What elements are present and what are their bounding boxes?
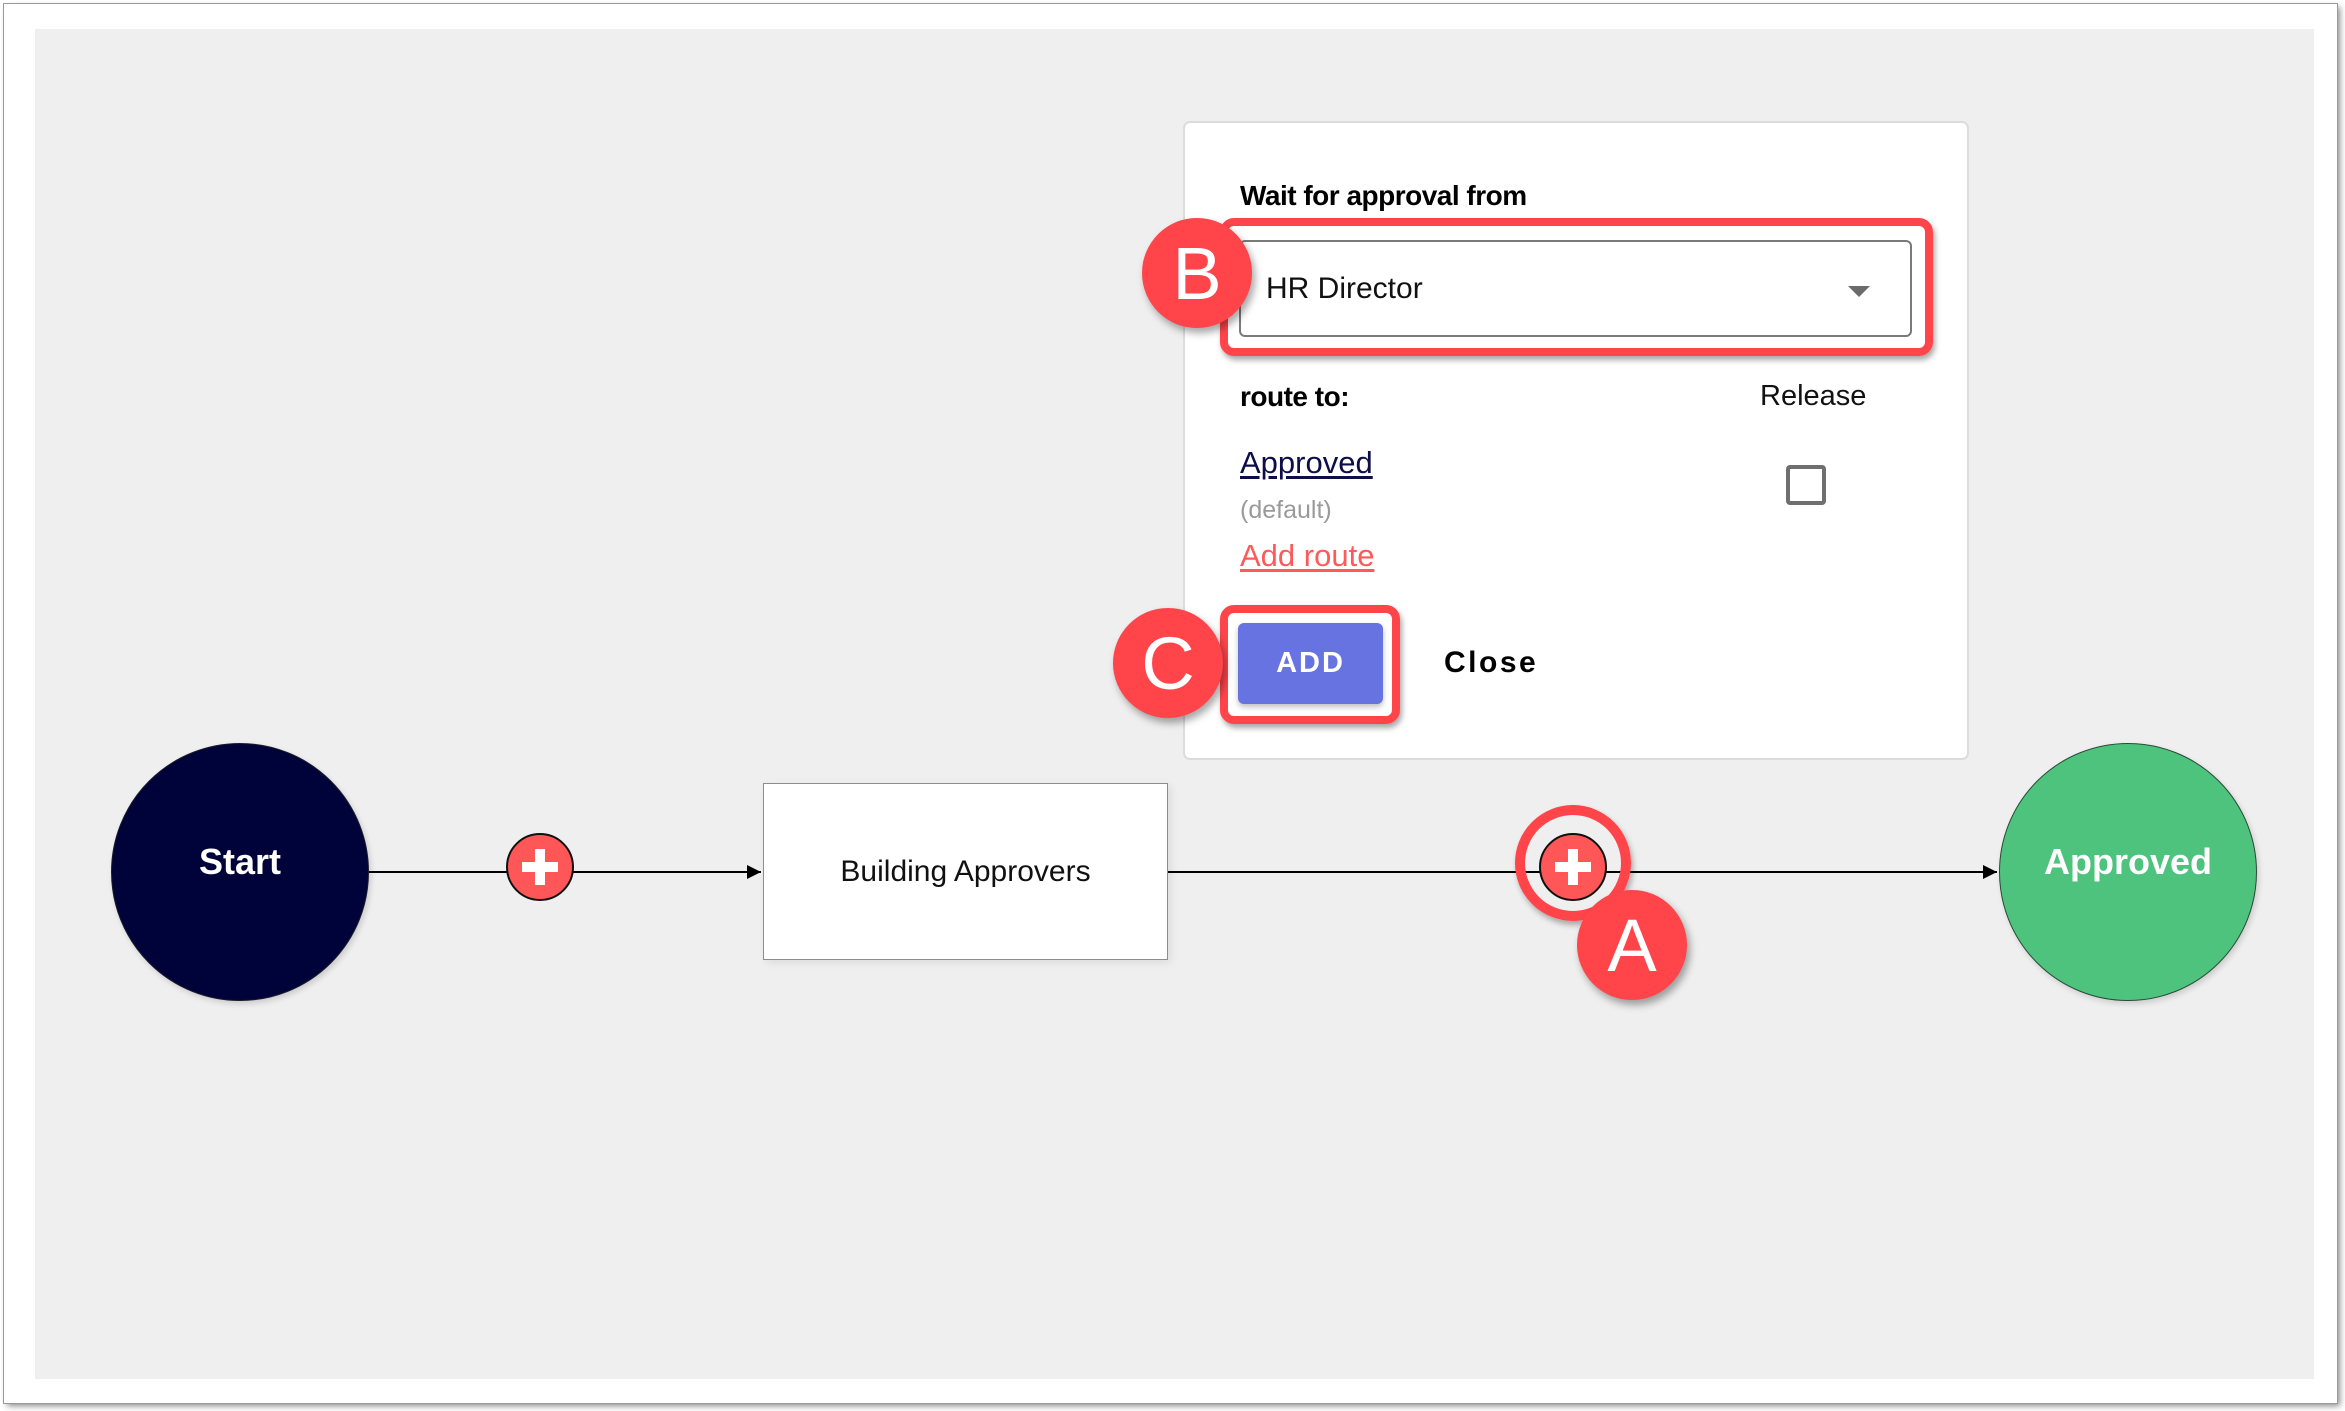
task-node-building-approvers[interactable]: Building Approvers: [763, 783, 1168, 960]
approved-node[interactable]: Approved: [1999, 743, 2257, 1001]
route-link-approved[interactable]: Approved: [1240, 445, 1373, 481]
task-node-label: Building Approvers: [840, 854, 1091, 888]
route-default-note: (default): [1240, 496, 1332, 524]
start-node-label: Start: [198, 841, 282, 882]
start-node[interactable]: Start: [111, 743, 369, 1001]
highlight-add-button: [1220, 605, 1400, 724]
add-route-link[interactable]: Add route: [1240, 538, 1374, 574]
highlight-approver-select: [1220, 218, 1933, 356]
release-checkbox[interactable]: [1786, 465, 1826, 505]
close-button[interactable]: Close: [1444, 646, 1538, 680]
annotation-badge-c: C: [1113, 608, 1223, 718]
annotation-badge-b: B: [1142, 218, 1252, 328]
wait-for-approval-label: Wait for approval from: [1240, 180, 1527, 211]
release-column-label: Release: [1760, 380, 1867, 412]
add-step-button-1[interactable]: [506, 833, 574, 901]
route-to-label: route to:: [1240, 381, 1350, 412]
approved-node-label: Approved: [2043, 841, 2212, 882]
annotation-badge-a: A: [1577, 890, 1687, 1000]
